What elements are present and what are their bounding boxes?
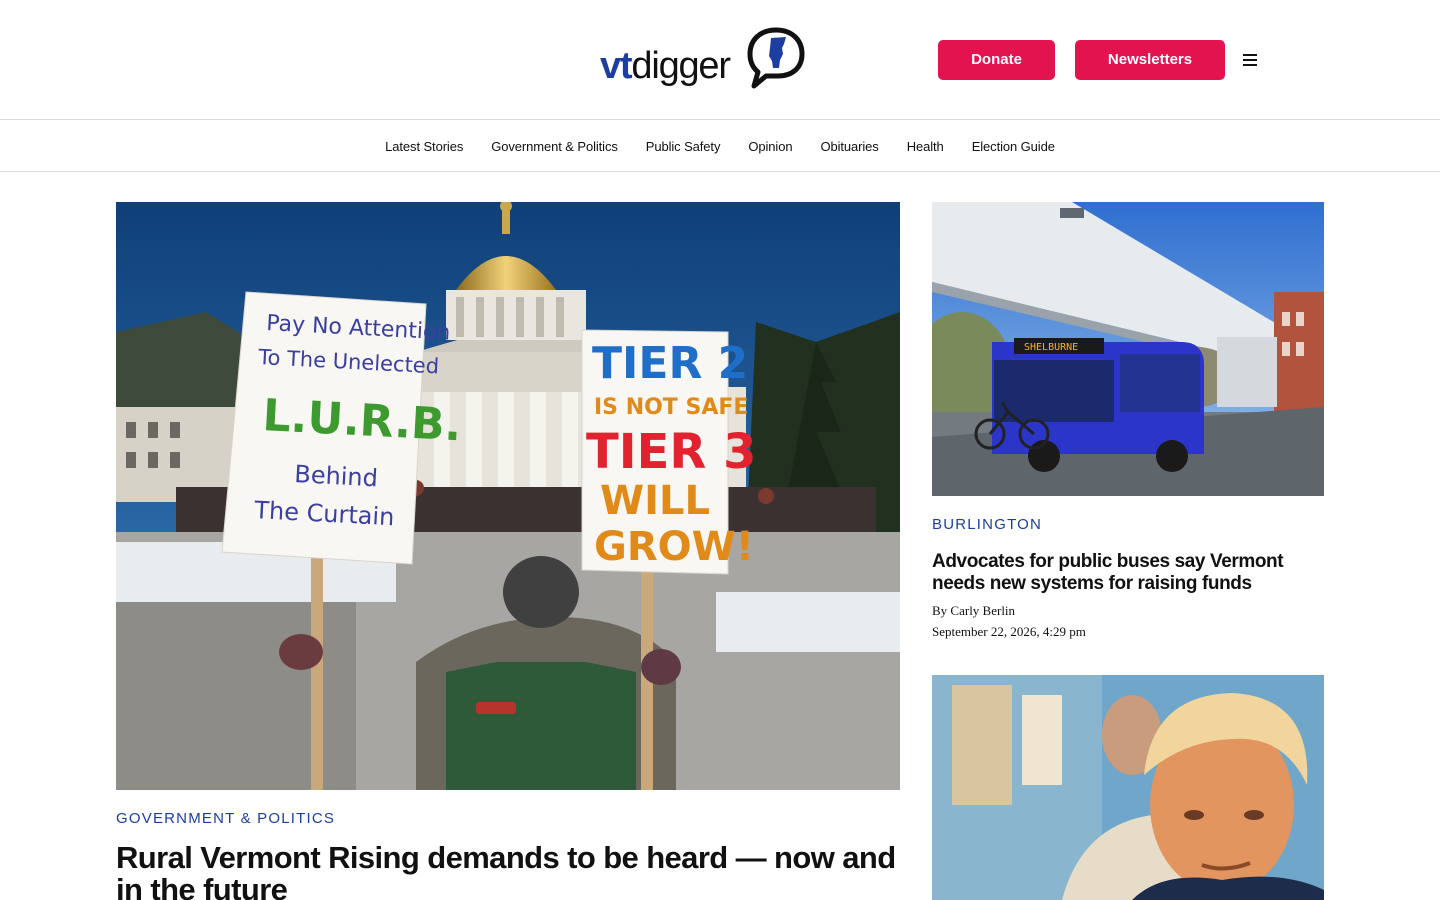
byline: By Carly Berlin: [932, 603, 1016, 618]
site-header: vtdigger Donate Newsletters: [0, 0, 1440, 120]
svg-text:TIER 3: TIER 3: [586, 424, 756, 480]
speech-bubble-vermont-icon: [747, 27, 805, 89]
svg-text:IS NOT SAFE: IS NOT SAFE: [594, 395, 748, 420]
nav-item-opinion[interactable]: Opinion: [748, 139, 792, 154]
nav-item-obituaries[interactable]: Obituaries: [820, 139, 878, 154]
newsletters-button[interactable]: Newsletters: [1075, 40, 1225, 80]
nav-item-health[interactable]: Health: [907, 139, 944, 154]
lead-story-image[interactable]: Pay No Attention To The Unelected L.U.R.…: [116, 202, 900, 790]
hamburger-menu-icon[interactable]: [1238, 48, 1262, 72]
side-story-headline[interactable]: Advocates for public buses say Vermont n…: [932, 551, 1324, 595]
nav-item-government-politics[interactable]: Government & Politics: [491, 139, 618, 154]
svg-text:GROW!: GROW!: [594, 524, 754, 570]
nav-item-latest-stories[interactable]: Latest Stories: [385, 139, 463, 154]
donate-button[interactable]: Donate: [938, 40, 1055, 80]
nav-item-public-safety[interactable]: Public Safety: [646, 139, 721, 154]
lead-story-headline[interactable]: Rural Vermont Rising demands to be heard…: [116, 842, 900, 900]
side-story-image[interactable]: SHELBURNE: [932, 202, 1324, 496]
author-link[interactable]: Carly Berlin: [950, 603, 1015, 618]
protest-sign-right: TIER 2 IS NOT SAFE TIER 3 WILL GROW!: [581, 329, 756, 575]
main-navigation: Latest Stories Government & Politics Pub…: [0, 121, 1440, 172]
side-story-category[interactable]: BURLINGTON: [932, 516, 1042, 533]
svg-text:TIER 2: TIER 2: [592, 338, 748, 389]
bus-station-photo: SHELBURNE: [932, 202, 1324, 496]
nav-item-election-guide[interactable]: Election Guide: [972, 139, 1055, 154]
site-logo[interactable]: vtdigger: [600, 26, 806, 90]
svg-text:Behind: Behind: [294, 460, 379, 492]
capitol-protest-photo: Pay No Attention To The Unelected L.U.R.…: [116, 202, 900, 790]
logo-wordmark: vtdigger: [600, 45, 731, 87]
publish-date: September 22, 2026, 4:29 pm: [932, 624, 1086, 639]
side-story-image[interactable]: [932, 675, 1324, 900]
svg-text:WILL: WILL: [600, 478, 710, 524]
svg-text:SHELBURNE: SHELBURNE: [1024, 342, 1078, 353]
portrait-photo: [932, 675, 1324, 900]
lead-story-category[interactable]: GOVERNMENT & POLITICS: [116, 810, 335, 827]
svg-text:L.U.R.B.: L.U.R.B.: [261, 390, 462, 451]
